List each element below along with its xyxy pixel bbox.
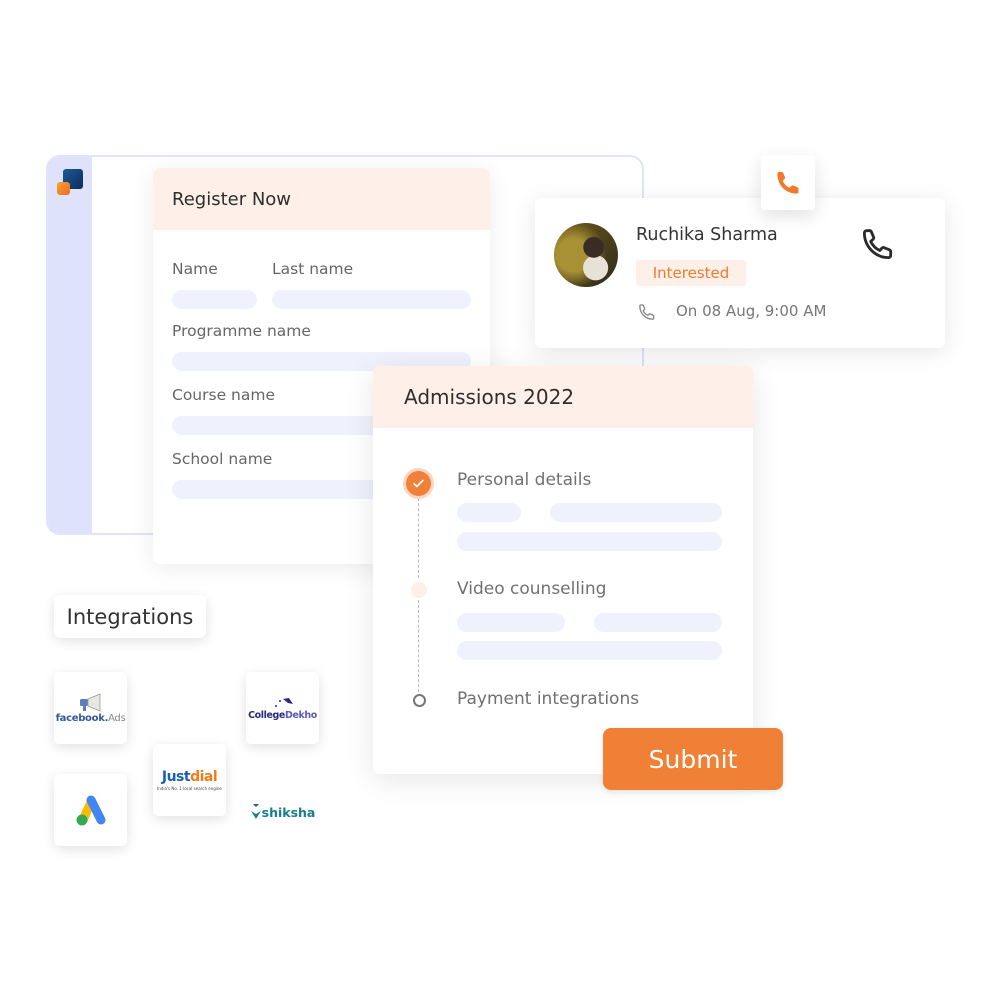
shiksha-mark-icon [250,804,261,819]
placeholder-line [457,641,722,660]
justdial-logo[interactable]: Justdial India's No. 1 local search engi… [153,744,226,816]
facebook-wordmark: facebook [55,712,105,724]
step-personal-details[interactable]: Personal details [457,470,591,490]
dekho-wordmark: Dekho [284,709,317,721]
call-tile[interactable] [761,155,815,210]
programme-label: Programme name [172,322,311,340]
name-label: Name [172,260,218,278]
step-upcoming-icon [413,694,426,707]
megaphone-icon [79,692,100,712]
integrations-title: Integrations [54,595,206,638]
submit-button[interactable]: Submit [603,728,783,790]
dial-wordmark: dial [190,769,218,785]
name-input[interactable] [172,290,257,309]
register-form-title: Register Now [153,168,490,230]
step-video-counselling[interactable]: Video counselling [457,579,606,599]
course-label: Course name [172,386,275,404]
contact-name: Ruchika Sharma [636,225,778,245]
google-ads-icon [76,795,105,826]
placeholder-line [457,613,565,632]
last-name-label: Last name [272,260,354,278]
admissions-card: Admissions 2022 Personal details Video c… [373,366,753,774]
just-wordmark: Just [161,769,191,785]
timeline-connector [418,498,419,578]
college-wordmark: College [248,709,285,721]
google-ads-logo[interactable] [54,774,127,846]
status-badge: Interested [636,260,746,286]
check-icon [413,479,424,488]
app-sidebar [48,157,92,533]
shiksha-wordmark: shiksha [261,804,316,820]
last-name-input[interactable] [272,290,471,309]
justdial-tagline: India's No. 1 local search engine [157,786,222,791]
shiksha-logo[interactable]: shiksha [246,776,319,848]
step-completed-icon [406,471,431,496]
call-button-phone-icon[interactable] [859,224,897,264]
app-logo-icon[interactable] [57,169,83,195]
phone-icon [777,171,799,194]
placeholder-line [550,503,722,522]
step-current-icon [411,582,427,598]
contact-card: Ruchika Sharma Interested On 08 Aug, 9:0… [535,198,945,348]
collegedekho-mark-icon [274,697,293,707]
phone-icon [639,304,655,320]
collegedekho-logo[interactable]: CollegeDekho [246,672,319,744]
step-payment-integrations[interactable]: Payment integrations [457,689,639,709]
call-time: On 08 Aug, 9:00 AM [676,302,827,320]
avatar [554,223,618,287]
placeholder-line [457,503,521,522]
facebook-ads-logo[interactable]: facebook.Ads [54,672,127,744]
ads-wordmark: Ads [108,712,126,724]
admissions-title: Admissions 2022 [373,366,753,428]
placeholder-line [457,532,722,551]
placeholder-line [594,613,722,632]
timeline-connector [418,600,419,692]
school-label: School name [172,450,273,468]
